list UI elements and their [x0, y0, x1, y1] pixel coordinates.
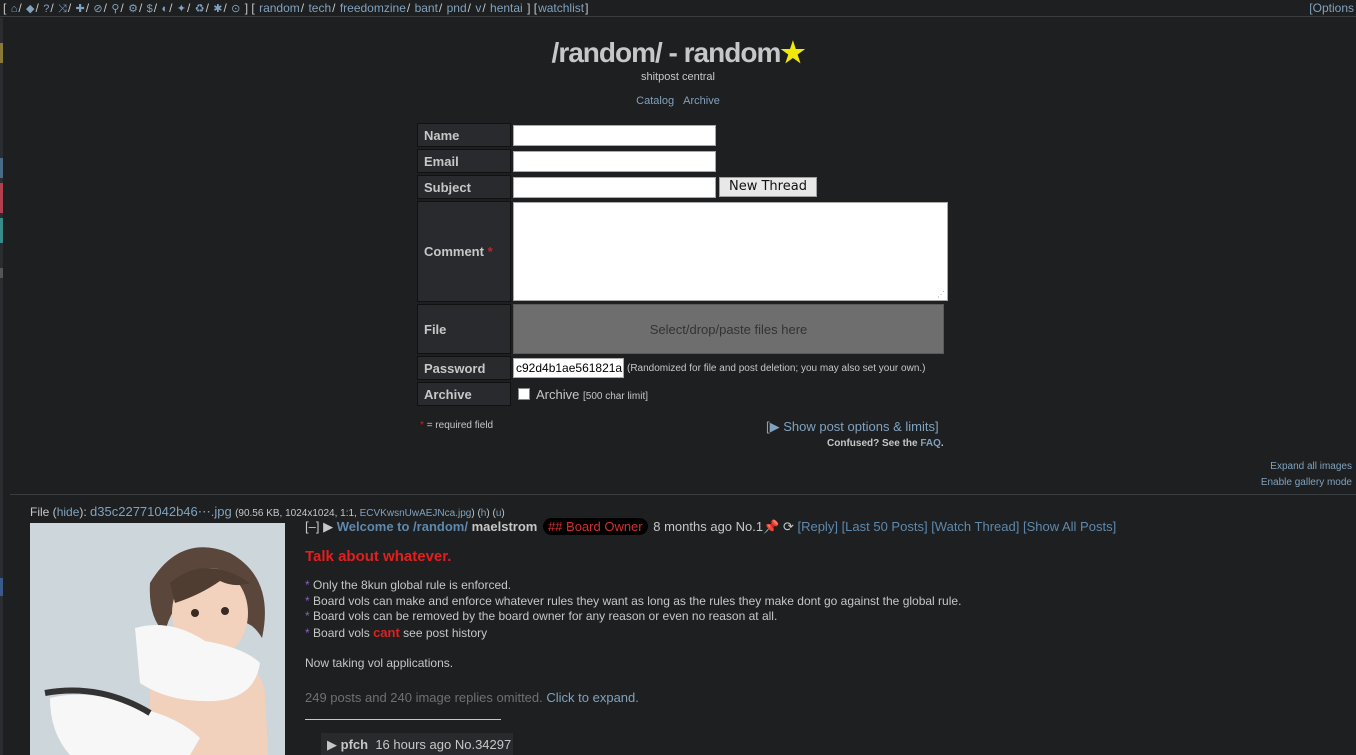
file-info: File (hide): d35c22771042b46⋯.jpg (90.56… — [30, 504, 505, 519]
watch-thread-link[interactable]: [Watch Thread] — [931, 519, 1019, 534]
archive-link[interactable]: Archive — [683, 95, 720, 107]
resize-grip-icon[interactable]: ⋰ — [937, 290, 945, 299]
subject-label: Subject — [417, 175, 511, 199]
name-label: Name — [417, 123, 511, 147]
u-link[interactable]: u — [496, 508, 502, 519]
board-links: Catalog Archive — [0, 95, 1356, 107]
rule-item: * Board vols cant see post history — [305, 624, 488, 640]
hide-thread-toggle[interactable]: [–] — [305, 519, 319, 534]
op-post-header: [–] ▶ Welcome to /random/ maelstrom ## B… — [305, 518, 1116, 535]
faq-link[interactable]: FAQ — [920, 438, 941, 449]
gear-icon[interactable]: ⚙ — [128, 3, 138, 15]
board-link-pnd[interactable]: pnd — [447, 1, 467, 15]
email-label: Email — [417, 149, 511, 173]
star-icon: ★ — [780, 37, 805, 68]
new-thread-button[interactable]: New Thread — [719, 177, 817, 197]
omitted-notice: 249 posts and 240 image replies omitted.… — [305, 690, 639, 705]
question-icon[interactable]: ? — [43, 3, 49, 15]
post-heading: Talk about whatever. — [305, 548, 452, 565]
show-post-options-link[interactable]: [▶ Show post options & limits] — [766, 419, 939, 434]
show-all-posts-link[interactable]: [Show All Posts] — [1023, 519, 1116, 534]
top-navigation-bar: [ ⌂/ ◆/ ?/ ⤨/ ✚/ ⊘/ ⚲/ ⚙/ $/ ◐/ ✦/ ♻/ ✱/… — [0, 0, 1356, 17]
post-number[interactable]: No.1 — [736, 519, 763, 534]
vol-applications-text: Now taking vol applications. — [305, 656, 454, 670]
recycle-icon[interactable]: ♻ — [195, 3, 205, 15]
reply-poster-name: pfch — [340, 737, 369, 752]
board-link-tech[interactable]: tech — [308, 1, 331, 15]
tag-icon[interactable]: ◆ — [26, 3, 34, 15]
reply-link[interactable]: [Reply] — [797, 519, 837, 534]
h-link[interactable]: h — [481, 508, 487, 519]
board-link-bant[interactable]: bant — [415, 1, 438, 15]
original-filename-link[interactable]: ECVKwsnUwAEJNca.jpg — [360, 508, 472, 519]
file-dropzone[interactable]: Select/drop/paste files here — [513, 304, 944, 354]
divider — [10, 494, 1356, 495]
board-link-hentai[interactable]: hentai — [490, 1, 523, 15]
email-field[interactable] — [513, 150, 716, 172]
options-link[interactable]: [Options — [1309, 1, 1354, 15]
capcode-badge: ## Board Owner — [542, 518, 648, 535]
shuffle-icon[interactable]: ⤨ — [58, 3, 67, 15]
comment-label: Comment * — [417, 201, 511, 302]
rule-item: * Board vols can be removed by the board… — [305, 609, 778, 623]
post-body: Talk about whatever. * Only the 8kun glo… — [305, 547, 961, 672]
catalog-link[interactable]: Catalog — [636, 95, 674, 107]
board-link-v[interactable]: v — [475, 1, 481, 15]
top-bar-left: [ ⌂/ ◆/ ?/ ⤨/ ✚/ ⊘/ ⚲/ ⚙/ $/ ◐/ ✦/ ♻/ ✱/… — [3, 1, 589, 15]
archive-option: Archive [500 char limit] — [536, 386, 649, 402]
reply-time: 16 hours ago — [375, 737, 452, 752]
post-time: 8 months ago — [653, 519, 733, 534]
poster-name: maelstrom — [471, 519, 538, 534]
password-field[interactable]: c92d4b1ae561821a — [513, 358, 624, 378]
reply-post-header: ▶ pfch 16 hours ago No.34297 — [321, 733, 513, 755]
post-form: Name Email Subject New Thread Comment * … — [415, 121, 950, 408]
bug-icon[interactable]: ✱ — [213, 3, 222, 15]
check-circle-icon[interactable]: ⊙ — [231, 3, 240, 15]
subject-field[interactable] — [513, 176, 716, 198]
reply-number[interactable]: No.34297 — [455, 737, 511, 752]
search-icon[interactable]: ⚲ — [111, 3, 119, 15]
rule-item: * Board vols can make and enforce whatev… — [305, 593, 962, 608]
post-image-thumbnail[interactable] — [30, 523, 285, 755]
play-arrow-icon[interactable]: ▶ — [327, 737, 337, 752]
watchlist-link[interactable]: watchlist — [538, 1, 584, 15]
expand-thread-link[interactable]: Click to expand. — [546, 690, 639, 705]
left-edge-strip — [0, 18, 3, 755]
ban-icon[interactable]: ⊘ — [93, 3, 102, 15]
refresh-icon: ⟳ — [782, 519, 794, 534]
play-arrow-icon[interactable]: ▶ — [323, 519, 333, 534]
contrast-icon[interactable]: ◐ — [161, 3, 168, 15]
board-link-random[interactable]: random — [259, 1, 300, 15]
dollar-icon[interactable]: $ — [147, 3, 153, 15]
file-link[interactable]: d35c22771042b46⋯.jpg — [90, 504, 232, 519]
required-note: * = required field — [420, 420, 494, 431]
post-subject: Welcome to /random/ — [336, 519, 468, 534]
name-field[interactable] — [513, 124, 716, 146]
last-50-link[interactable]: [Last 50 Posts] — [842, 519, 928, 534]
hide-file-link[interactable]: hide — [57, 505, 80, 519]
rule-item: * Only the 8kun global rule is enforced. — [305, 578, 512, 592]
reply-divider — [305, 719, 501, 720]
archive-label: Archive — [417, 382, 511, 406]
password-note: (Randomized for file and post deletion; … — [627, 362, 926, 374]
plus-icon[interactable]: ✚ — [76, 3, 85, 15]
home-icon[interactable]: ⌂ — [11, 3, 18, 15]
comment-textarea[interactable]: ⋰ — [513, 202, 948, 301]
required-star: * — [487, 244, 493, 259]
expand-all-images-link[interactable]: Expand all images — [1261, 459, 1352, 475]
gallery-mode-link[interactable]: Enable gallery mode — [1261, 475, 1352, 491]
board-link-freedomzine[interactable]: freedomzine — [340, 1, 406, 15]
archive-limit: [500 char limit] — [582, 390, 649, 402]
password-label: Password — [417, 356, 511, 380]
pin-icon: 📌 — [763, 519, 780, 534]
confused-note: Confused? See the FAQ. — [827, 438, 944, 449]
twitter-icon[interactable]: ✦ — [177, 3, 186, 15]
archive-checkbox[interactable] — [518, 388, 530, 401]
image-options: Expand all images Enable gallery mode — [1261, 459, 1352, 491]
file-label: File — [417, 304, 511, 354]
board-subtitle: shitpost central — [641, 71, 715, 83]
board-title: /random/ - random★ — [551, 37, 806, 68]
